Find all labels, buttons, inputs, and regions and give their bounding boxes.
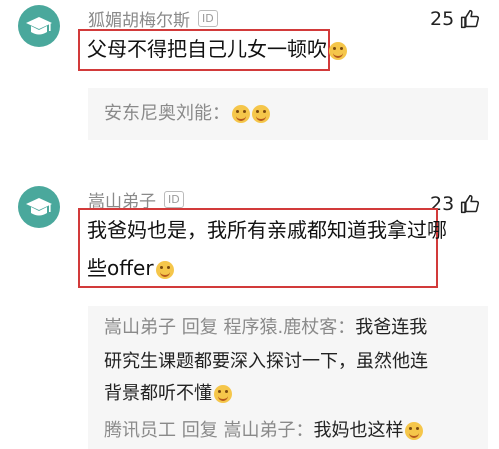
grinning-emoji-icon (214, 385, 232, 403)
like-button[interactable]: 25 (430, 8, 480, 30)
comment-body-line: 我爸妈也是，我所有亲戚都知道我拿过哪 (87, 218, 447, 242)
graduation-cap-icon (26, 17, 52, 35)
avatar[interactable] (18, 186, 60, 228)
reply-text-line: 背景都听不懂 (104, 377, 232, 411)
reply-text: 我爸连我 (355, 317, 428, 338)
graduation-cap-icon (26, 198, 52, 216)
grinning-emoji-icon (252, 105, 270, 123)
reply-item[interactable]: 安东尼奥刘能： (104, 97, 270, 131)
comment-body-line: 些offer (87, 249, 447, 287)
comment-text: 我爸妈也是，我所有亲戚都知道我拿过哪 些offer (87, 211, 447, 287)
reply-item[interactable]: 嵩山弟子 回复 程序猿.鹿杖客：我爸连我 (104, 311, 427, 345)
id-badge: ID (198, 10, 218, 27)
reply-text-line: 研究生课题都要深入探讨一下，虽然他连 (104, 351, 428, 372)
username-text: 狐媚胡梅尔斯 (88, 11, 190, 31)
reply-word: 回复 (181, 420, 218, 441)
id-badge: ID (164, 191, 184, 208)
reply-separator: ： (212, 103, 230, 124)
reply-author[interactable]: 嵩山弟子 (104, 317, 176, 338)
reply-separator: ： (337, 317, 356, 338)
thumbs-up-icon (461, 194, 480, 214)
reply-separator: ： (295, 420, 314, 441)
reply-target[interactable]: 程序猿.鹿杖客 (223, 317, 337, 338)
grinning-emoji-icon (405, 422, 424, 440)
avatar[interactable] (18, 5, 60, 47)
reply-word: 回复 (181, 317, 218, 338)
reply-author[interactable]: 腾讯员工 (104, 420, 176, 441)
grinning-emoji-icon (155, 260, 174, 279)
comment-text: 父母不得把自己儿女一顿吹 (87, 30, 347, 68)
grinning-emoji-icon (232, 105, 250, 123)
reply-target[interactable]: 嵩山弟子 (223, 420, 295, 441)
like-count: 25 (430, 8, 455, 30)
reply-item[interactable]: 腾讯员工 回复 嵩山弟子：我妈也这样 (104, 414, 424, 448)
comment-body: 父母不得把自己儿女一顿吹 (87, 37, 327, 61)
reply-text: 我妈也这样 (313, 420, 404, 441)
thumbs-up-icon (461, 9, 480, 29)
reply-author[interactable]: 安东尼奥刘能 (104, 103, 212, 124)
comment-username[interactable]: 狐媚胡梅尔斯 ID (88, 6, 218, 31)
grinning-emoji-icon (329, 41, 347, 60)
